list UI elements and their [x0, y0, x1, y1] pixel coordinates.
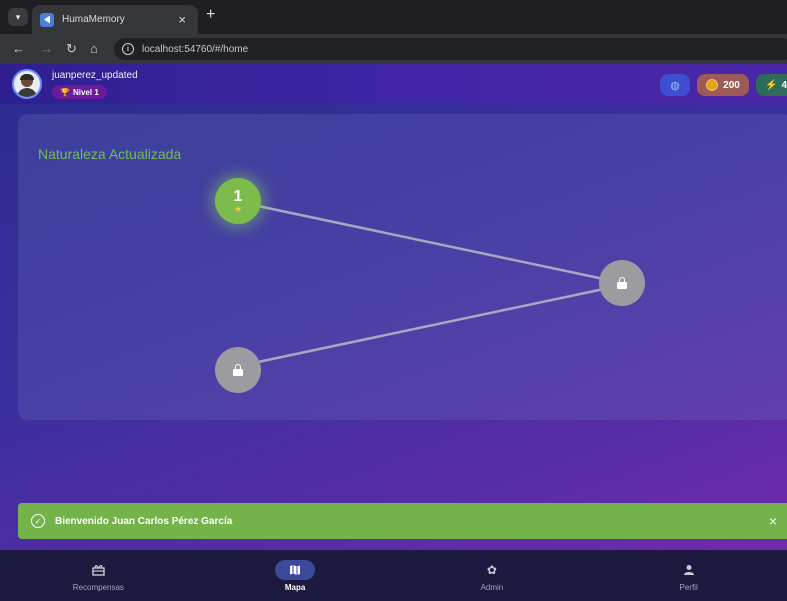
nav-label: Perfil [679, 582, 698, 592]
nav-item-recompensas[interactable]: Recompensas [0, 550, 197, 601]
browser-tab[interactable]: HumaMemory × [32, 5, 198, 34]
level-node-1[interactable]: 1 ★ [215, 178, 261, 224]
lightning-icon: ⚡ [765, 79, 778, 91]
browser-tab-bar: ▾ HumaMemory × + [0, 0, 787, 34]
gear-icon: ✿ [486, 562, 497, 577]
level-node-locked[interactable] [599, 260, 645, 306]
app-header: juanperez_updated 🏆 Nivel 1 ◍ 200 ⚡ 4 [0, 64, 787, 104]
level-map-card: Naturaleza Actualizada 1 ★ [18, 114, 787, 420]
back-icon[interactable]: ← [12, 41, 25, 56]
home-icon[interactable]: ⌂ [90, 41, 98, 56]
close-icon[interactable]: × [769, 513, 777, 529]
nav-item-perfil[interactable]: Perfil [590, 550, 787, 601]
path-lines [257, 204, 619, 364]
snackbar-message: Bienvenido Juan Carlos Pérez García [55, 515, 233, 527]
app-favicon-icon [40, 12, 54, 27]
url-field[interactable]: i localhost:54760/#/home [114, 38, 787, 60]
browser-address-bar: ← → ↻ ⌂ i localhost:54760/#/home [0, 34, 787, 64]
url-text: localhost:54760/#/home [142, 43, 249, 55]
coin-icon [706, 79, 719, 91]
level-label: Nivel 1 [72, 87, 99, 97]
tab-title: HumaMemory [62, 14, 125, 25]
energy-value: 4 [781, 79, 787, 91]
energy-badge[interactable]: ⚡ 4 [756, 74, 787, 96]
nav-item-mapa[interactable]: Mapa [197, 550, 394, 601]
site-info-icon[interactable]: i [122, 43, 134, 55]
avatar[interactable] [12, 69, 42, 99]
app-screen: juanperez_updated 🏆 Nivel 1 ◍ 200 ⚡ 4 Na… [0, 64, 787, 601]
level-node-number: 1 [233, 187, 243, 205]
lock-icon [617, 277, 627, 289]
nav-label: Recompensas [72, 582, 124, 592]
nav-item-admin[interactable]: ✿ Admin [394, 550, 591, 601]
coins-value: 200 [723, 79, 740, 91]
username: juanperez_updated [52, 70, 138, 81]
path-line [257, 284, 619, 364]
map-icon [275, 559, 316, 580]
lock-icon [233, 364, 243, 376]
check-circle-icon: ✓ [31, 514, 45, 528]
new-tab-icon[interactable]: + [206, 6, 215, 24]
path-line [257, 204, 619, 284]
tab-close-icon[interactable]: × [178, 12, 186, 27]
forward-icon[interactable]: → [40, 41, 53, 56]
coins-badge[interactable]: 200 [697, 74, 749, 96]
nav-label: Admin [480, 582, 504, 592]
nav-label: Mapa [284, 582, 306, 592]
reload-icon[interactable]: ↻ [66, 41, 77, 57]
globe-icon: ◍ [670, 79, 680, 92]
star-icon: ★ [233, 203, 243, 214]
level-node-locked[interactable] [215, 347, 261, 393]
level-badge: 🏆 Nivel 1 [52, 85, 107, 99]
welcome-snackbar: ✓ Bienvenido Juan Carlos Pérez García × [18, 503, 787, 539]
person-icon [669, 560, 709, 580]
trophy-icon: 🏆 [60, 87, 70, 97]
gift-icon [78, 560, 118, 580]
language-button[interactable]: ◍ [660, 74, 690, 96]
bottom-navigation: Recompensas Mapa ✿ Admin Perfil [0, 550, 787, 601]
tab-search-chevron-icon[interactable]: ▾ [8, 8, 28, 26]
